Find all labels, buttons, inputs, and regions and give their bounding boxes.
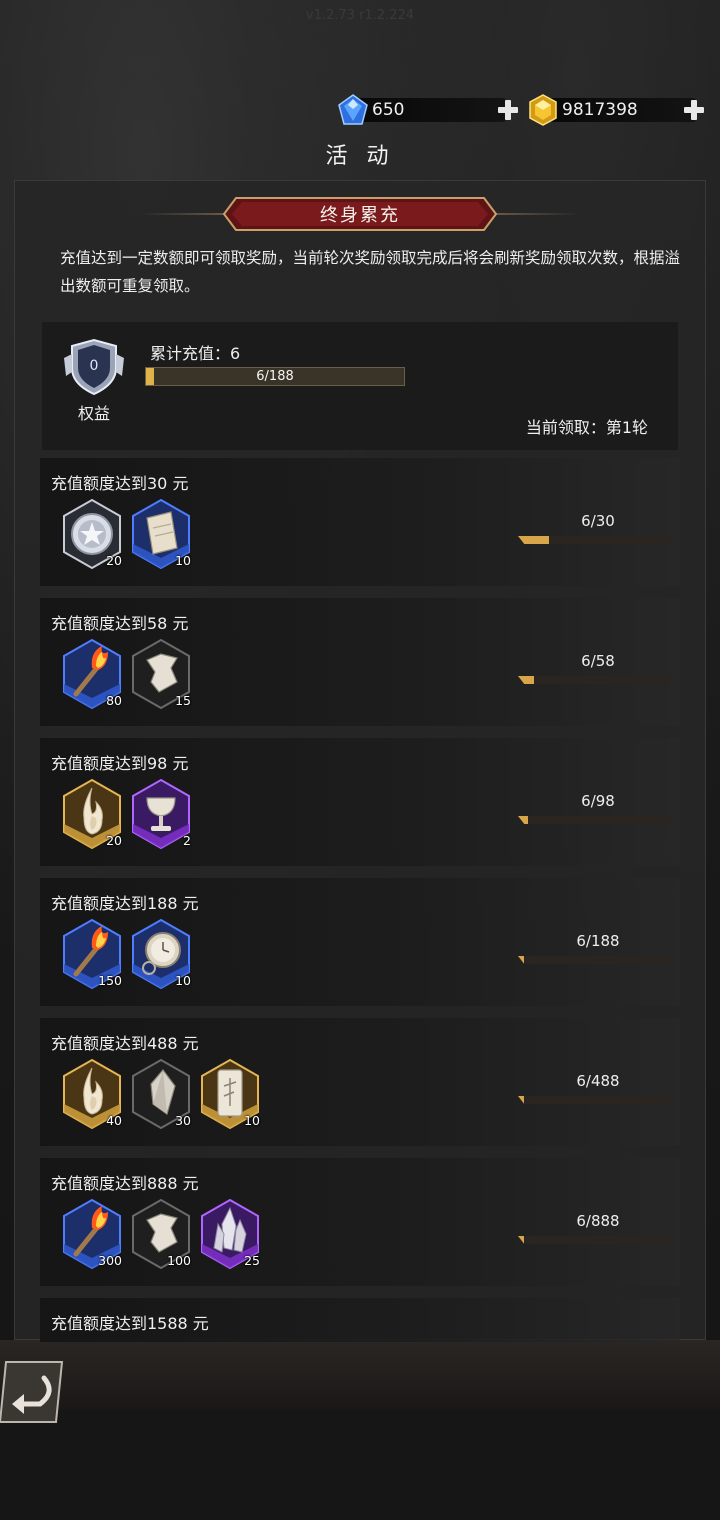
gold-value: 9817398 <box>562 100 638 120</box>
back-arrow-icon[interactable] <box>0 1358 66 1426</box>
tier-progress-fill <box>518 1096 525 1104</box>
tier-title: 充值额度达到98 元 <box>51 754 189 773</box>
tier-progress-fill <box>518 1236 525 1244</box>
reward-count: 100 <box>167 1253 191 1268</box>
banner: 终身累充 <box>222 196 498 232</box>
banner-right-line <box>494 213 580 215</box>
reward-count: 2 <box>183 833 191 848</box>
total-progress-text: 6/188 <box>256 369 294 384</box>
reward-count: 20 <box>106 833 122 848</box>
tier-progress-text: 6/488 <box>576 1072 620 1090</box>
reward-item[interactable]: 80 <box>62 638 122 710</box>
reward-count: 40 <box>106 1113 122 1128</box>
reward-count: 10 <box>175 973 191 988</box>
description-text: 充值达到一定数额即可领取奖励，当前轮次奖励领取完成后将会刷新奖励领取次数，根据溢… <box>60 249 681 295</box>
banner-title: 终身累充 <box>320 205 400 226</box>
reward-count: 10 <box>175 553 191 568</box>
tier-progress-bar <box>518 956 674 964</box>
diamond-value: 650 <box>372 100 405 120</box>
tier-progress-text: 6/30 <box>581 512 615 530</box>
reward-item[interactable]: 300 <box>62 1198 122 1270</box>
reward-item[interactable]: 2 <box>131 778 191 850</box>
tier-progress-bar <box>518 676 674 684</box>
reward-item[interactable]: 10 <box>131 918 191 990</box>
reward-items: 40 30 10 <box>62 1058 260 1130</box>
reward-count: 20 <box>106 553 122 568</box>
reward-item[interactable]: 10 <box>131 498 191 570</box>
tier-progress-bar <box>518 536 674 544</box>
reward-count: 80 <box>106 693 122 708</box>
tier-progress-bar <box>518 1096 674 1104</box>
reward-item[interactable]: 30 <box>131 1058 191 1130</box>
tier-progress-fill <box>518 676 535 684</box>
reward-items: 80 15 <box>62 638 191 710</box>
badge-level: 0 <box>89 358 99 374</box>
blue-gem-icon <box>338 94 368 125</box>
reward-count: 30 <box>175 1113 191 1128</box>
tier-progress-bar <box>518 1236 674 1244</box>
current-round-label: 当前领取：第1轮 <box>525 418 648 437</box>
reward-item[interactable]: 20 <box>62 498 122 570</box>
reward-item[interactable]: 10 <box>200 1058 260 1130</box>
badge-label: 权益 <box>77 404 110 423</box>
reward-count: 150 <box>98 973 122 988</box>
bottom-floor <box>0 1410 720 1520</box>
tier-progress-fill <box>518 956 525 964</box>
tier-title: 充值额度达到488 元 <box>51 1034 199 1053</box>
tier-progress-text: 6/188 <box>576 932 620 950</box>
reward-items: 300 100 25 <box>62 1198 260 1270</box>
tier-progress-fill <box>518 816 528 824</box>
reward-item[interactable]: 150 <box>62 918 122 990</box>
reward-item[interactable]: 40 <box>62 1058 122 1130</box>
reward-count: 300 <box>98 1253 122 1268</box>
tier-row: 充值额度达到488 元 40 30 10 6/488 <box>40 1018 680 1146</box>
tier-row: 充值额度达到98 元 20 2 6/98 <box>40 738 680 866</box>
reward-items: 20 2 <box>62 778 191 850</box>
reward-item[interactable]: 15 <box>131 638 191 710</box>
diamond-currency: 650 <box>336 94 526 126</box>
tier-title: 充值额度达到888 元 <box>51 1174 199 1193</box>
tier-row: 充值额度达到58 元 80 15 6/58 <box>40 598 680 726</box>
add-gold-button[interactable] <box>682 98 706 122</box>
reward-item[interactable]: 100 <box>131 1198 191 1270</box>
total-progress-bar: 6/188 <box>145 367 405 386</box>
reward-count: 25 <box>244 1253 260 1268</box>
tier-progress-fill <box>518 536 550 544</box>
page-title: 活 动 <box>325 144 395 169</box>
tier-row: 充值额度达到188 元 150 10 6/188 <box>40 878 680 1006</box>
total-recharge-label: 累计充值：6 <box>150 344 241 363</box>
tier-title: 充值额度达到1588 元 <box>51 1314 209 1333</box>
banner-left-line <box>140 213 226 215</box>
tier-progress-text: 6/98 <box>581 792 615 810</box>
bottom-strip <box>0 1340 720 1410</box>
gold-currency: 9817398 <box>526 94 716 126</box>
reward-item[interactable]: 20 <box>62 778 122 850</box>
tier-progress-text: 6/58 <box>581 652 615 670</box>
reward-items: 20 10 <box>62 498 191 570</box>
tier-row: 充值额度达到1588 元 <box>40 1298 680 1342</box>
version-text: v1.2.73 r1.2.224 <box>305 8 415 23</box>
tier-title: 充值额度达到188 元 <box>51 894 199 913</box>
chalice-icon <box>132 778 190 850</box>
reward-item[interactable]: 25 <box>200 1198 260 1270</box>
reward-count: 10 <box>244 1113 260 1128</box>
tier-progress-text: 6/888 <box>576 1212 620 1230</box>
tier-title: 充值额度达到58 元 <box>51 614 189 633</box>
tier-title: 充值额度达到30 元 <box>51 474 189 493</box>
gold-gem-icon <box>529 94 557 126</box>
tier-row: 充值额度达到30 元 20 10 6/30 <box>40 458 680 586</box>
reward-count: 15 <box>175 693 191 708</box>
reward-items: 150 10 <box>62 918 191 990</box>
add-diamond-button[interactable] <box>496 98 520 122</box>
tier-row: 充值额度达到888 元 300 100 25 6/888 <box>40 1158 680 1286</box>
tier-progress-bar <box>518 816 674 824</box>
